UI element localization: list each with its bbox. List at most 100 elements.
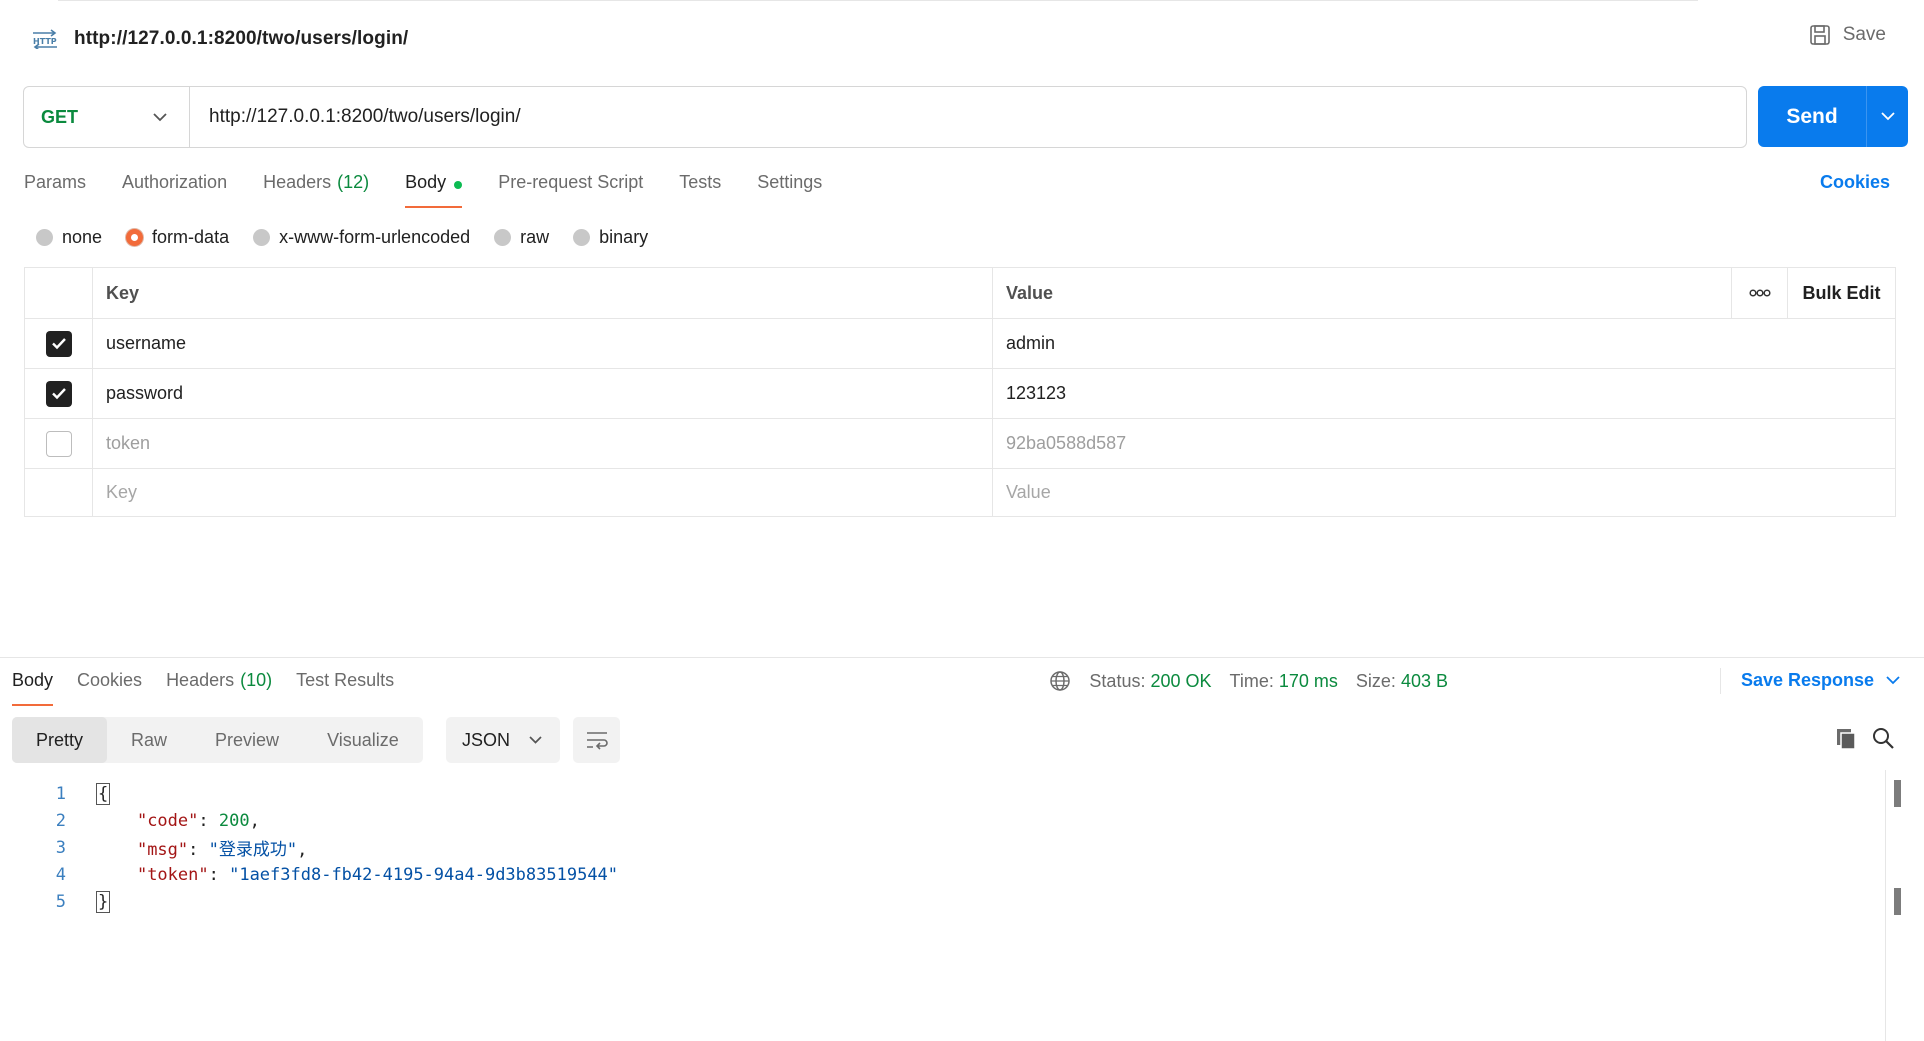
top-divider	[58, 0, 1698, 3]
json-number: 200	[218, 810, 250, 831]
request-title[interactable]: http://127.0.0.1:8200/two/users/login/	[74, 28, 408, 50]
size-label: Size:	[1355, 670, 1396, 691]
row-value[interactable]: admin	[993, 319, 1895, 368]
line-number: 4	[55, 864, 66, 885]
radio-label: form-data	[152, 226, 230, 247]
status-info[interactable]: Status: 200 OK	[1089, 671, 1211, 692]
table-row: token 92ba0588d587	[25, 418, 1895, 468]
body-type-radios: none form-data x-www-form-urlencoded raw…	[36, 224, 672, 250]
row-key[interactable]: token	[93, 419, 993, 468]
copy-icon[interactable]	[1834, 726, 1858, 755]
radio-form-data[interactable]: form-data	[126, 227, 229, 248]
row-checkbox-checked[interactable]	[45, 380, 72, 407]
send-options-button[interactable]	[1866, 86, 1908, 147]
chevron-down-icon	[153, 112, 167, 121]
response-divider[interactable]	[0, 657, 1924, 658]
editor-scrollbar-marker[interactable]	[1894, 780, 1901, 807]
tab-headers-label: Headers	[263, 172, 332, 192]
response-tab-headers[interactable]: Headers (10)	[166, 668, 272, 708]
new-key-input[interactable]: Key	[93, 469, 993, 516]
view-pretty-button[interactable]: Pretty	[12, 717, 108, 763]
response-tab-cookies[interactable]: Cookies	[77, 668, 142, 708]
url-bar: GET http://127.0.0.1:8200/two/users/logi…	[23, 86, 1747, 148]
http-icon: HTTP	[30, 27, 60, 51]
row-value[interactable]: 123123	[993, 369, 1895, 418]
save-label: Save	[1842, 24, 1886, 45]
save-button[interactable]: Save	[1809, 24, 1886, 46]
table-row: username admin	[25, 318, 1895, 368]
method-select[interactable]: GET	[24, 87, 190, 147]
tab-pre-request-script[interactable]: Pre-request Script	[498, 170, 643, 210]
save-response-button[interactable]: Save Response	[1741, 670, 1900, 691]
size-value: 403 B	[1400, 670, 1448, 691]
tab-body-label: Body	[405, 172, 447, 192]
table-row: password 123123	[25, 368, 1895, 418]
editor-scrollbar-track[interactable]	[1885, 770, 1886, 1041]
json-key: "msg"	[136, 840, 189, 860]
tab-headers[interactable]: Headers (12)	[263, 170, 369, 210]
row-checkbox-cell	[25, 319, 93, 368]
radio-circle	[36, 228, 53, 246]
send-button[interactable]: Send	[1758, 86, 1866, 147]
code-line: 5 }	[0, 888, 1880, 915]
table-header-row: Key Value Bulk Edit	[25, 268, 1895, 318]
size-info[interactable]: Size: 403 B	[1356, 671, 1448, 692]
radio-urlencoded[interactable]: x-www-form-urlencoded	[253, 227, 470, 248]
format-label: JSON	[462, 729, 511, 750]
row-checkbox-unchecked[interactable]	[45, 430, 72, 457]
table-row-empty: Key Value	[25, 468, 1895, 516]
url-input[interactable]: http://127.0.0.1:8200/two/users/login/	[190, 87, 1746, 147]
radio-circle-selected	[126, 228, 144, 246]
globe-icon[interactable]	[1049, 670, 1071, 692]
tab-params[interactable]: Params	[24, 170, 86, 210]
radio-none[interactable]: none	[36, 227, 102, 248]
response-tab-test-results[interactable]: Test Results	[296, 668, 394, 708]
tab-body[interactable]: Body	[405, 170, 463, 210]
more-options-button[interactable]	[1731, 268, 1787, 318]
line-number: 1	[55, 783, 66, 804]
radio-label: raw	[520, 226, 550, 247]
bulk-edit-button[interactable]: Bulk Edit	[1787, 268, 1895, 318]
row-checkbox-cell	[25, 469, 93, 516]
view-preview-button[interactable]: Preview	[191, 717, 303, 763]
open-brace: {	[96, 782, 111, 805]
more-icon	[1748, 289, 1771, 297]
json-key: "code"	[136, 810, 199, 831]
chevron-down-icon	[1880, 112, 1895, 121]
new-value-input[interactable]: Value	[993, 469, 1895, 516]
header-check-cell	[25, 268, 93, 318]
request-tabs: Params Authorization Headers (12) Body P…	[24, 170, 858, 210]
row-key[interactable]: password	[93, 369, 993, 418]
response-tab-headers-count: (10)	[240, 670, 273, 690]
line-number: 3	[55, 837, 66, 858]
body-indicator-dot	[454, 181, 463, 189]
save-response-label: Save Response	[1741, 670, 1875, 690]
value-header: Value	[1006, 282, 1054, 303]
tab-authorization[interactable]: Authorization	[122, 170, 227, 210]
check-icon	[51, 338, 66, 350]
request-title-bar: HTTP http://127.0.0.1:8200/two/users/log…	[30, 22, 408, 56]
tab-tests[interactable]: Tests	[679, 170, 721, 210]
format-select[interactable]: JSON	[446, 717, 560, 763]
radio-binary[interactable]: binary	[573, 227, 648, 248]
row-checkbox-cell	[25, 419, 93, 468]
radio-circle	[573, 228, 591, 246]
row-value[interactable]: 92ba0588d587	[993, 419, 1895, 468]
time-info[interactable]: Time: 170 ms	[1230, 671, 1338, 692]
editor-scrollbar-marker[interactable]	[1894, 888, 1901, 915]
view-raw-button[interactable]: Raw	[107, 717, 191, 763]
response-code-editor[interactable]: 1 { 2 "code": 200, 3 "msg": "登录成功", 4 "t…	[0, 780, 1880, 915]
row-checkbox-checked[interactable]	[45, 330, 72, 357]
cookies-link[interactable]: Cookies	[1820, 172, 1890, 193]
tab-settings[interactable]: Settings	[757, 170, 822, 210]
search-icon[interactable]	[1871, 726, 1895, 755]
view-visualize-button[interactable]: Visualize	[303, 717, 423, 763]
response-tab-body[interactable]: Body	[12, 668, 54, 708]
row-key[interactable]: username	[93, 319, 993, 368]
code-line: 2 "code": 200,	[0, 807, 1880, 834]
wrap-lines-button[interactable]	[573, 717, 620, 763]
response-tabs: Body Cookies Headers (10) Test Results	[12, 668, 418, 708]
radio-raw[interactable]: raw	[494, 227, 549, 248]
save-icon	[1809, 25, 1830, 45]
code-line: 1 {	[0, 780, 1880, 807]
